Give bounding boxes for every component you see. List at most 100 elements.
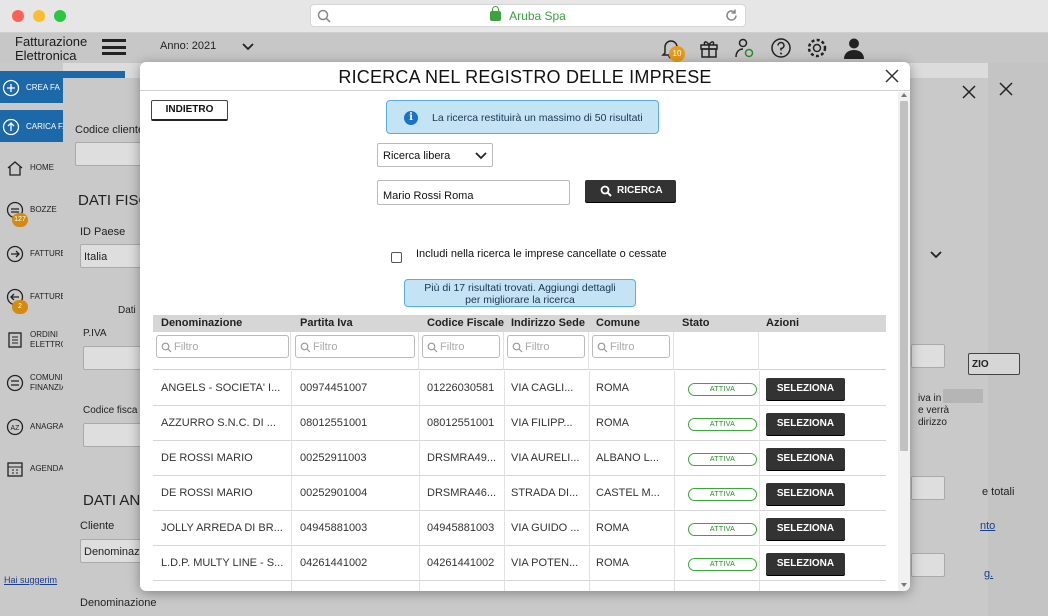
sidebar-item-fatture-emesse[interactable]: FATTURE <box>4 237 66 271</box>
table-header: Denominazione Partita Iva Codice Fiscale… <box>153 315 886 332</box>
scroll-down-arrow[interactable] <box>901 583 907 587</box>
address-book-icon: AZ <box>6 418 24 436</box>
upload-icon <box>2 118 20 136</box>
sidebar-item-ordini[interactable]: ORDINI ELETTRO <box>4 323 67 357</box>
info-icon: i <box>404 111 418 125</box>
search-input[interactable] <box>377 180 570 205</box>
background-input[interactable] <box>911 344 945 368</box>
select-button[interactable]: SELEZIONA <box>766 448 845 470</box>
search-icon <box>512 342 523 353</box>
gift-icon[interactable] <box>698 37 720 59</box>
table-row: AZZURRO S.N.C. DI ... 08012551001 080125… <box>153 406 886 441</box>
modal-title: RICERCA NEL REGISTRO DELLE IMPRESE <box>338 67 712 87</box>
left-sidebar: CREA FA CARICA FA HOME BOZZE 127 FATTURE… <box>0 63 125 616</box>
table-row: JOLLY ARREDA DI BR... 04945881003 049458… <box>153 511 886 546</box>
select-button[interactable]: SELEZIONA <box>766 518 845 540</box>
codice-cliente-input[interactable] <box>75 142 145 166</box>
reload-icon[interactable] <box>724 8 739 23</box>
sidebar-item-home[interactable]: HOME <box>4 151 64 185</box>
chevron-down-icon[interactable] <box>242 41 254 53</box>
select-button[interactable]: SELEZIONA <box>766 413 845 435</box>
modal-scrollbar[interactable] <box>898 92 910 591</box>
brand-logo[interactable]: Fatturazione Elettronica <box>15 35 87 63</box>
chevron-down-icon[interactable] <box>929 248 943 262</box>
address-bar[interactable]: Aruba Spa <box>310 4 746 27</box>
background-right-panel: ZIO iva in e verrà dirizzo e totali nto … <box>918 63 1048 616</box>
status-badge: ATTIVA <box>688 453 757 466</box>
search-button[interactable]: RICERCA <box>585 180 676 202</box>
close-icon[interactable] <box>961 84 977 100</box>
column-header-comune[interactable]: Comune <box>596 317 640 329</box>
notifications-badge: 10 <box>669 46 685 62</box>
sidebar-item-agenda[interactable]: AGENDA <box>4 452 64 486</box>
menu-icon[interactable] <box>102 39 126 55</box>
search-icon <box>600 185 612 197</box>
filter-denominazione-input[interactable]: Filtro <box>156 335 289 358</box>
background-strip <box>943 389 983 403</box>
select-button[interactable]: SELEZIONA <box>766 378 845 400</box>
background-input[interactable] <box>911 476 945 500</box>
piva-input[interactable] <box>83 346 143 370</box>
lock-icon <box>490 6 502 21</box>
sidebar-item-fatture-ricevute[interactable]: FATTURE 2 <box>4 280 66 314</box>
background-button[interactable]: ZIO <box>968 353 1020 375</box>
url-text: Aruba Spa <box>311 6 745 23</box>
filter-row: Filtro Filtro Filtro Filtro Filtro <box>153 332 886 370</box>
search-icon <box>161 342 172 353</box>
filter-indirizzo-input[interactable]: Filtro <box>507 335 585 358</box>
orders-icon <box>8 332 22 348</box>
status-badge: ATTIVA <box>688 488 757 501</box>
arrow-right-circle-icon <box>6 245 24 263</box>
status-badge: ATTIVA <box>688 523 757 536</box>
scrollbar-thumb[interactable] <box>900 101 908 451</box>
sidebar-item-comunicazioni[interactable]: COMUNI FINANZIA <box>4 366 66 400</box>
info-banner: i La ricerca restituirà un massimo di 50… <box>386 100 659 134</box>
calendar-icon <box>7 462 23 477</box>
filter-codice-fiscale-input[interactable]: Filtro <box>422 335 500 358</box>
search-icon <box>427 342 438 353</box>
user-icon[interactable] <box>843 37 865 59</box>
table-row: DE ROSSI MARIO 00252911003 DRSMRA49... V… <box>153 441 886 476</box>
close-icon[interactable] <box>884 68 900 84</box>
column-header-partita-iva[interactable]: Partita Iva <box>300 317 353 329</box>
sidebar-item-anagrafiche[interactable]: AZ ANAGRA <box>4 410 64 444</box>
include-cancelled-checkbox[interactable] <box>391 252 402 263</box>
title-divider <box>140 90 910 91</box>
status-badge: ATTIVA <box>688 383 757 396</box>
close-window-button[interactable] <box>12 10 24 22</box>
minimize-window-button[interactable] <box>33 10 45 22</box>
column-header-azioni: Azioni <box>766 317 799 329</box>
sidebar-item-bozze[interactable]: BOZZE 127 <box>4 193 64 227</box>
background-input[interactable] <box>911 553 945 577</box>
cliente-select[interactable]: Denominaz <box>80 539 145 563</box>
suggestions-link[interactable]: Hai suggerim <box>4 575 57 585</box>
table-row <box>153 581 886 591</box>
table-row: DE ROSSI MARIO 00252901004 DRSMRA46... S… <box>153 476 886 511</box>
app-header: Fatturazione Elettronica Anno: 2021 10 <box>0 33 1048 63</box>
gear-icon[interactable] <box>806 37 828 59</box>
filter-partita-iva-input[interactable]: Filtro <box>295 335 415 358</box>
column-header-codice-fiscale[interactable]: Codice Fiscale <box>427 317 504 329</box>
user-settings-icon[interactable] <box>734 37 756 59</box>
year-selector[interactable]: Anno: 2021 <box>160 40 216 52</box>
scroll-up-arrow[interactable] <box>901 93 907 97</box>
help-icon[interactable] <box>770 37 792 59</box>
column-header-stato[interactable]: Stato <box>682 317 710 329</box>
browser-chrome: Aruba Spa <box>0 0 1048 33</box>
chevron-down-icon <box>475 152 487 160</box>
close-icon[interactable] <box>998 81 1014 97</box>
table-row: ANGELS - SOCIETA' I... 00974451007 01226… <box>153 371 886 406</box>
select-button[interactable]: SELEZIONA <box>766 483 845 505</box>
column-header-indirizzo-sede[interactable]: Indirizzo Sede <box>511 317 585 329</box>
search-type-select[interactable]: Ricerca libera <box>377 143 493 167</box>
filter-comune-input[interactable]: Filtro <box>592 335 670 358</box>
maximize-window-button[interactable] <box>54 10 66 22</box>
codice-fiscale-input[interactable] <box>83 423 143 447</box>
back-button[interactable]: INDIETRO <box>151 100 228 121</box>
communications-icon <box>6 374 24 392</box>
column-header-denominazione[interactable]: Denominazione <box>161 317 242 329</box>
status-badge: ATTIVA <box>688 558 757 571</box>
search-icon <box>597 342 608 353</box>
fatture-count-badge: 2 <box>12 300 28 314</box>
select-button[interactable]: SELEZIONA <box>766 553 845 575</box>
